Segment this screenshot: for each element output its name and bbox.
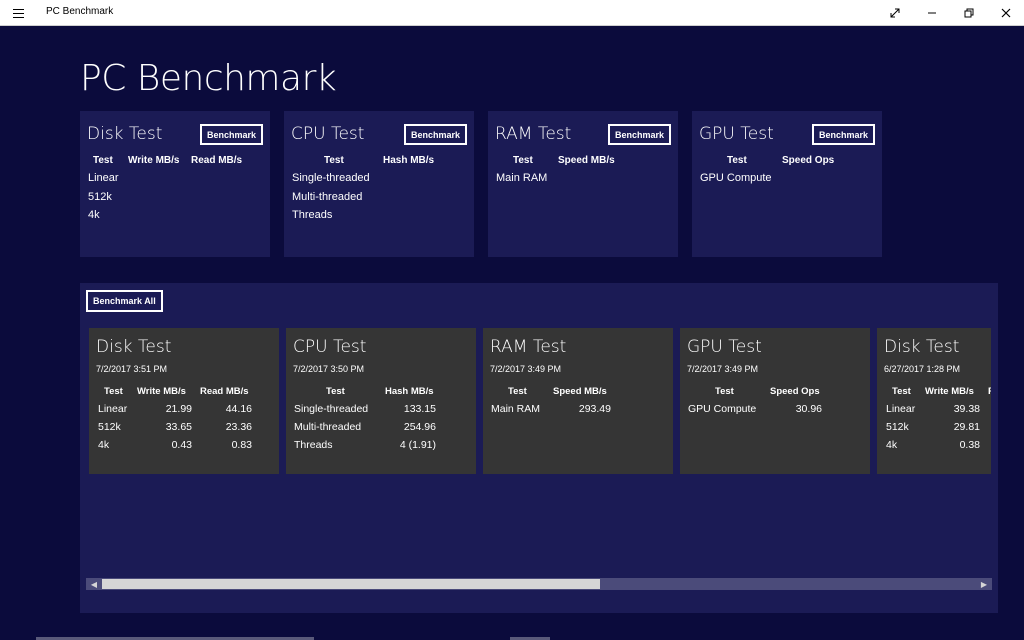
gpu-test-card: GPU Test Benchmark Test Speed Ops GPU Co…	[692, 111, 882, 257]
cpu-benchmark-button[interactable]: Benchmark	[403, 124, 467, 145]
hamburger-menu-icon[interactable]	[8, 4, 28, 22]
hash-value: 4 (1.91)	[399, 439, 436, 451]
row-label: 4k	[98, 439, 110, 451]
column-header: Speed Ops	[782, 155, 835, 166]
row-label: Threads	[294, 439, 333, 451]
card-title: CPU Test	[293, 337, 367, 357]
row-label: Single-threaded	[292, 172, 370, 184]
speed-value: 293.49	[578, 403, 611, 415]
column-header: Hash MB/s	[383, 155, 435, 166]
disk-test-card: Disk Test Benchmark Test Write MB/s Read…	[80, 111, 270, 257]
column-header: Test	[508, 386, 527, 397]
column-header: Test	[715, 386, 734, 397]
disk-result-card-older[interactable]: Disk Test 6/27/2017 1:28 PM Test Write M…	[877, 328, 991, 474]
row-label: Linear	[886, 403, 916, 415]
write-value: 39.38	[953, 403, 980, 415]
write-value: 0.43	[171, 439, 192, 451]
card-title: Disk Test	[884, 337, 960, 357]
speed-value: 30.96	[795, 403, 822, 415]
column-header: Speed MB/s	[553, 386, 607, 397]
card-title: Disk Test	[87, 124, 163, 144]
result-date: 7/2/2017 3:50 PM	[293, 364, 365, 374]
card-title: Disk Test	[96, 337, 172, 357]
column-header: Read MB/s	[191, 155, 243, 166]
column-header: Test	[326, 386, 345, 397]
close-icon[interactable]	[988, 0, 1024, 26]
read-value: 44.16	[225, 403, 252, 415]
row-label: Multi-threaded	[294, 421, 362, 433]
ram-benchmark-button[interactable]: Benchmark	[607, 124, 671, 145]
results-panel: Benchmark All Disk Test 7/2/2017 3:51 PM…	[80, 283, 998, 613]
result-date: 6/27/2017 1:28 PM	[884, 364, 961, 374]
column-header: Write MB/s	[128, 155, 180, 166]
column-header: Test	[324, 155, 344, 166]
card-title: GPU Test	[699, 124, 774, 144]
write-value: 29.81	[953, 421, 980, 433]
write-value: 0.38	[959, 439, 980, 451]
fullscreen-icon[interactable]	[877, 0, 913, 26]
result-date: 7/2/2017 3:51 PM	[96, 364, 168, 374]
card-title: RAM Test	[490, 337, 567, 357]
row-label: 4k	[88, 209, 100, 221]
cpu-result-card[interactable]: CPU Test 7/2/2017 3:50 PM Test Hash MB/s…	[286, 328, 476, 474]
result-date: 7/2/2017 3:49 PM	[687, 364, 759, 374]
ram-test-card: RAM Test Benchmark Test Speed MB/s Main …	[488, 111, 678, 257]
column-header: R	[988, 386, 991, 397]
column-header: Speed Ops	[770, 386, 820, 397]
page-title: PC Benchmark	[80, 58, 337, 99]
column-header: Speed MB/s	[558, 155, 615, 166]
disk-benchmark-button[interactable]: Benchmark	[199, 124, 263, 145]
scrollbar-thumb[interactable]	[102, 579, 600, 589]
column-header: Hash MB/s	[385, 386, 434, 397]
row-label: Threads	[292, 209, 333, 221]
column-header: Write MB/s	[925, 386, 974, 397]
row-label: GPU Compute	[688, 403, 757, 415]
row-label: Single-threaded	[294, 403, 369, 415]
row-label: Linear	[88, 172, 119, 184]
window-title: PC Benchmark	[46, 6, 114, 17]
column-header: Test	[892, 386, 911, 397]
write-value: 33.65	[165, 421, 192, 433]
hash-value: 133.15	[403, 403, 436, 415]
card-title: CPU Test	[291, 124, 365, 144]
column-header: Test	[513, 155, 533, 166]
cpu-test-card: CPU Test Benchmark Test Hash MB/s Single…	[284, 111, 474, 257]
column-header: Test	[104, 386, 123, 397]
read-value: 0.83	[231, 439, 252, 451]
restore-icon[interactable]	[951, 0, 987, 26]
scroll-left-icon[interactable]: ◀	[87, 578, 101, 590]
column-header: Test	[93, 155, 113, 166]
row-label: 512k	[886, 421, 909, 433]
row-label: Linear	[98, 403, 128, 415]
hash-value: 254.96	[403, 421, 436, 433]
benchmark-all-button[interactable]: Benchmark All	[86, 290, 163, 312]
column-header: Read MB/s	[200, 386, 249, 397]
row-label: 512k	[98, 421, 121, 433]
results-scroll-strip[interactable]: Disk Test 7/2/2017 3:51 PM Test Write MB…	[89, 328, 991, 474]
horizontal-scrollbar[interactable]: ◀ ▶	[86, 578, 992, 590]
row-label: 4k	[886, 439, 898, 451]
card-title: GPU Test	[687, 337, 762, 357]
column-header: Test	[727, 155, 747, 166]
gpu-result-card[interactable]: GPU Test 7/2/2017 3:49 PM Test Speed Ops…	[680, 328, 870, 474]
gpu-benchmark-button[interactable]: Benchmark	[811, 124, 875, 145]
row-label: GPU Compute	[700, 172, 772, 184]
write-value: 21.99	[165, 403, 192, 415]
row-label: 512k	[88, 191, 112, 203]
minimize-icon[interactable]	[914, 0, 950, 26]
scroll-right-icon[interactable]: ▶	[977, 578, 991, 590]
disk-result-card[interactable]: Disk Test 7/2/2017 3:51 PM Test Write MB…	[89, 328, 279, 474]
column-header: Write MB/s	[137, 386, 186, 397]
title-bar: PC Benchmark	[0, 0, 1024, 26]
row-label: Main RAM	[491, 403, 541, 415]
read-value: 23.36	[225, 421, 252, 433]
row-label: Multi-threaded	[292, 191, 363, 203]
result-date: 7/2/2017 3:49 PM	[490, 364, 562, 374]
card-title: RAM Test	[495, 124, 572, 144]
row-label: Main RAM	[496, 172, 548, 184]
ram-result-card[interactable]: RAM Test 7/2/2017 3:49 PM Test Speed MB/…	[483, 328, 673, 474]
